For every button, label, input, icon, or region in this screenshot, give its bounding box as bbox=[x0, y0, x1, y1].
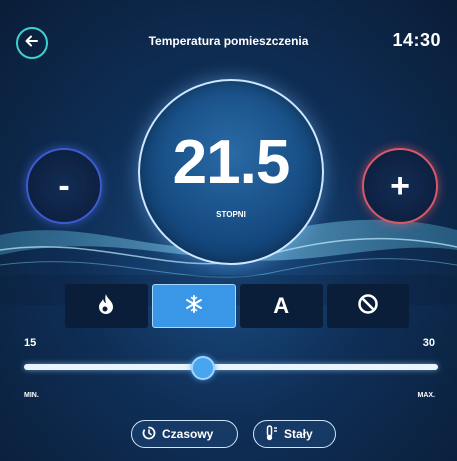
temperature-dial: 21.5 STOPNI bbox=[138, 79, 324, 265]
timer-mode-button[interactable]: Czasowy bbox=[131, 420, 238, 448]
temperature-slider-track[interactable] bbox=[24, 364, 438, 370]
slider-min-value: 15 bbox=[24, 337, 37, 349]
clock: 14:30 bbox=[392, 30, 441, 50]
minus-label: - bbox=[58, 166, 70, 205]
slider-max-value: 30 bbox=[422, 337, 435, 349]
temperature-slider-thumb[interactable] bbox=[191, 356, 216, 380]
page-title: Temperatura pomieszczenia bbox=[148, 34, 309, 48]
mode-off-button[interactable] bbox=[326, 284, 409, 328]
mode-cool-button[interactable] bbox=[151, 284, 236, 328]
fixed-mode-button[interactable]: Stały bbox=[253, 420, 336, 448]
temperature-value: 21.5 bbox=[172, 128, 291, 197]
slider-max-label: MAX. bbox=[417, 392, 436, 399]
timer-icon bbox=[142, 426, 156, 443]
timer-mode-label: Czasowy bbox=[162, 427, 214, 441]
letter-a-icon: A bbox=[273, 293, 290, 318]
prohibited-icon bbox=[357, 293, 379, 320]
flame-icon bbox=[97, 293, 115, 320]
increase-temperature-button[interactable]: + bbox=[362, 148, 438, 224]
mode-heat-button[interactable] bbox=[65, 284, 148, 328]
decrease-temperature-button[interactable]: - bbox=[26, 148, 102, 224]
fixed-mode-label: Stały bbox=[284, 427, 313, 441]
mode-selector: A bbox=[65, 284, 409, 328]
mode-auto-button[interactable]: A bbox=[240, 284, 323, 328]
slider-min-label: MIN. bbox=[24, 392, 39, 399]
temperature-unit-label: STOPNI bbox=[216, 210, 246, 219]
thermometer-icon bbox=[264, 424, 278, 444]
plus-label: + bbox=[390, 166, 410, 205]
snowflake-icon bbox=[184, 294, 204, 319]
